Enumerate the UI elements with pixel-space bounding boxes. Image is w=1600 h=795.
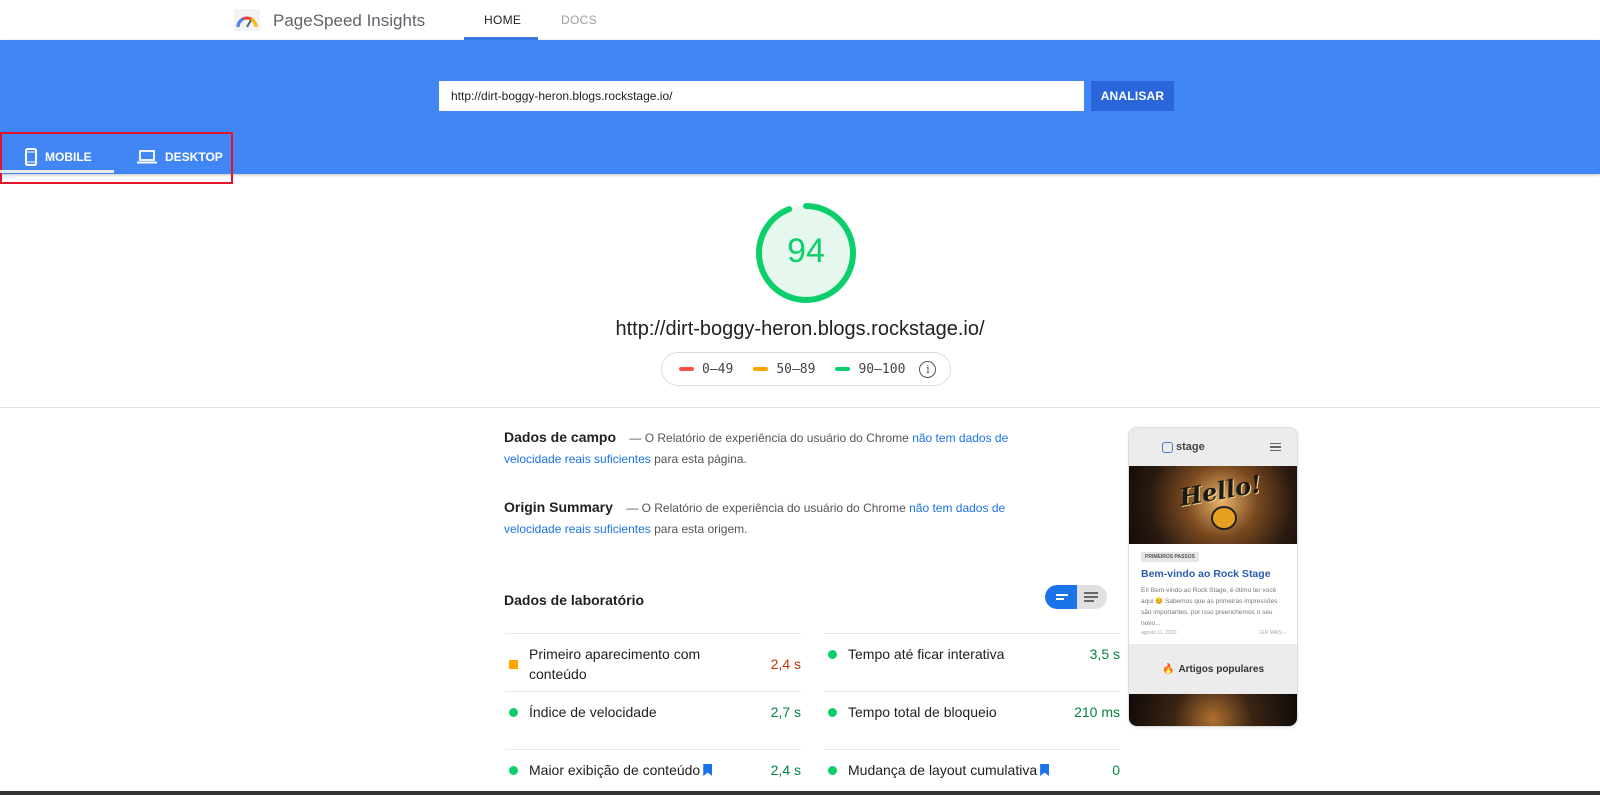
metric-fcp: Primeiro aparecimento com conteúdo 2,4 s: [505, 633, 801, 691]
bookmark-icon: [1040, 764, 1050, 776]
pagespeed-logo-icon: [234, 9, 260, 31]
url-input[interactable]: [439, 81, 1084, 111]
metric-name-text: Maior exibição de conteúdo: [529, 762, 701, 778]
metric-value: 2,4 s: [770, 762, 801, 778]
metric-cls: Mudança de layout cumulativa 0: [824, 749, 1120, 791]
metric-value: 2,4 s: [770, 656, 801, 672]
legend-label: 0–49: [702, 361, 734, 377]
bookmark-icon: [703, 764, 713, 776]
status-indicator-average: [509, 660, 518, 669]
post-tag: PRIMEIROS PASSOS: [1141, 552, 1199, 562]
tab-mobile-label: MOBILE: [45, 150, 92, 164]
thumbnail-logo-text: stage: [1176, 441, 1205, 453]
post-title: Bem-vindo ao Rock Stage: [1141, 568, 1271, 580]
search-header: ANALISAR MOBILE DESKTOP: [0, 40, 1600, 184]
stage-logo-icon: [1162, 441, 1173, 453]
performance-score: 94: [787, 232, 825, 270]
metric-view-toggle[interactable]: [1045, 585, 1107, 609]
metric-name-text: Mudança de layout cumulativa: [848, 762, 1038, 778]
status-indicator-good: [509, 766, 518, 775]
thumbnail-bottom-image: [1129, 694, 1297, 726]
origin-summary-section: Origin Summary — O Relatório de experiên…: [504, 497, 1064, 540]
status-indicator-good: [509, 708, 518, 717]
analyze-button[interactable]: ANALISAR: [1091, 81, 1174, 111]
expanded-view-icon-line: [1084, 600, 1094, 602]
popular-articles-label: Artigos populares: [1178, 663, 1265, 675]
status-indicator-good: [828, 766, 837, 775]
field-data-title: Dados de campo: [504, 429, 617, 445]
metric-tbt: Tempo total de bloqueio 210 ms: [824, 691, 1120, 749]
metric-name: Primeiro aparecimento com conteúdo: [529, 646, 701, 682]
legend-label: 90–100: [858, 361, 906, 377]
tab-desktop-label: DESKTOP: [165, 150, 223, 164]
metric-lcp: Maior exibição de conteúdo 2,4 s: [505, 749, 801, 791]
origin-summary-text: — O Relatório de experiência do usuário …: [626, 501, 906, 515]
thumbnail-post-card: PRIMEIROS PASSOS Bem-vindo ao Rock Stage…: [1129, 544, 1297, 644]
metric-value: 2,7 s: [770, 704, 801, 720]
page-screenshot-thumbnail: stage Hello! PRIMEIROS PASSOS Bem-vindo …: [1129, 428, 1297, 726]
window-bottom-edge: [0, 791, 1600, 795]
field-data-text: — O Relatório de experiência do usuário …: [629, 431, 909, 445]
legend-bar-green: [835, 367, 851, 371]
metric-value: 3,5 s: [1089, 646, 1120, 662]
top-navigation-bar: PageSpeed Insights HOME DOCS: [0, 0, 1600, 40]
thumbnail-hero-image: Hello!: [1129, 466, 1297, 544]
metric-name: Tempo até ficar interativa: [848, 646, 1005, 662]
field-data-text-after: para esta página.: [654, 452, 747, 466]
metric-name: Índice de velocidade: [529, 704, 657, 720]
metric-value: 210 ms: [1074, 704, 1120, 720]
smartphone-icon: [25, 148, 37, 166]
fire-icon: 🔥: [1161, 663, 1175, 675]
hamburger-menu-icon: [1270, 443, 1281, 451]
legend-item-poor: 0–49: [679, 362, 733, 377]
legend-label: 50–89: [776, 361, 816, 377]
laptop-icon: [137, 150, 157, 164]
metric-name: Tempo total de bloqueio: [848, 704, 997, 720]
app-title: PageSpeed Insights: [273, 11, 426, 30]
thumbnail-logo: stage: [1162, 441, 1205, 453]
post-excerpt: Eí! Bem-vindo ao Rock Stage, é ótimo ter…: [1141, 587, 1278, 627]
smiley-icon: [1211, 506, 1237, 530]
compact-view-button[interactable]: [1045, 585, 1077, 609]
tab-mobile[interactable]: MOBILE: [25, 143, 92, 171]
metric-value: 0: [1112, 762, 1120, 778]
metric-speed-index: Índice de velocidade 2,7 s: [505, 691, 801, 749]
post-date: agosto 11, 2020: [1141, 630, 1177, 636]
metric-name: Mudança de layout cumulativa: [848, 760, 1088, 780]
metric-tti: Tempo até ficar interativa 3,5 s: [824, 633, 1120, 691]
legend-bar-red: [679, 367, 694, 371]
expanded-view-icon-line: [1084, 596, 1098, 598]
lab-data-title: Dados de laboratório: [504, 592, 645, 608]
tab-desktop[interactable]: DESKTOP: [137, 143, 223, 171]
field-data-section: Dados de campo — O Relatório de experiên…: [504, 427, 1064, 470]
status-indicator-good: [828, 650, 837, 659]
tested-url: http://dirt-boggy-heron.blogs.rockstage.…: [615, 318, 985, 340]
legend-item-average: 50–89: [753, 362, 815, 377]
tab-active-indicator: [0, 170, 114, 173]
compact-view-icon: [1056, 594, 1068, 596]
thumbnail-header: stage: [1129, 428, 1297, 466]
popular-articles-heading: 🔥 Artigos populares: [1129, 644, 1297, 694]
info-icon[interactable]: i: [919, 360, 937, 378]
tab-home[interactable]: HOME: [484, 13, 521, 27]
tab-docs[interactable]: DOCS: [561, 13, 597, 27]
metric-name: Maior exibição de conteúdo: [529, 760, 769, 780]
legend-item-good: 90–100: [835, 362, 905, 377]
legend-bar-orange: [753, 367, 769, 371]
compact-view-icon-line: [1056, 598, 1064, 600]
origin-summary-text-after: para esta origem.: [654, 522, 748, 536]
status-indicator-good: [828, 708, 837, 717]
origin-summary-title: Origin Summary: [504, 499, 613, 515]
read-more-link: LER MAIS ›: [1258, 630, 1285, 636]
expanded-view-icon: [1084, 592, 1098, 594]
section-divider: [0, 407, 1600, 408]
score-legend: 0–49 50–89 90–100 i: [661, 352, 951, 386]
